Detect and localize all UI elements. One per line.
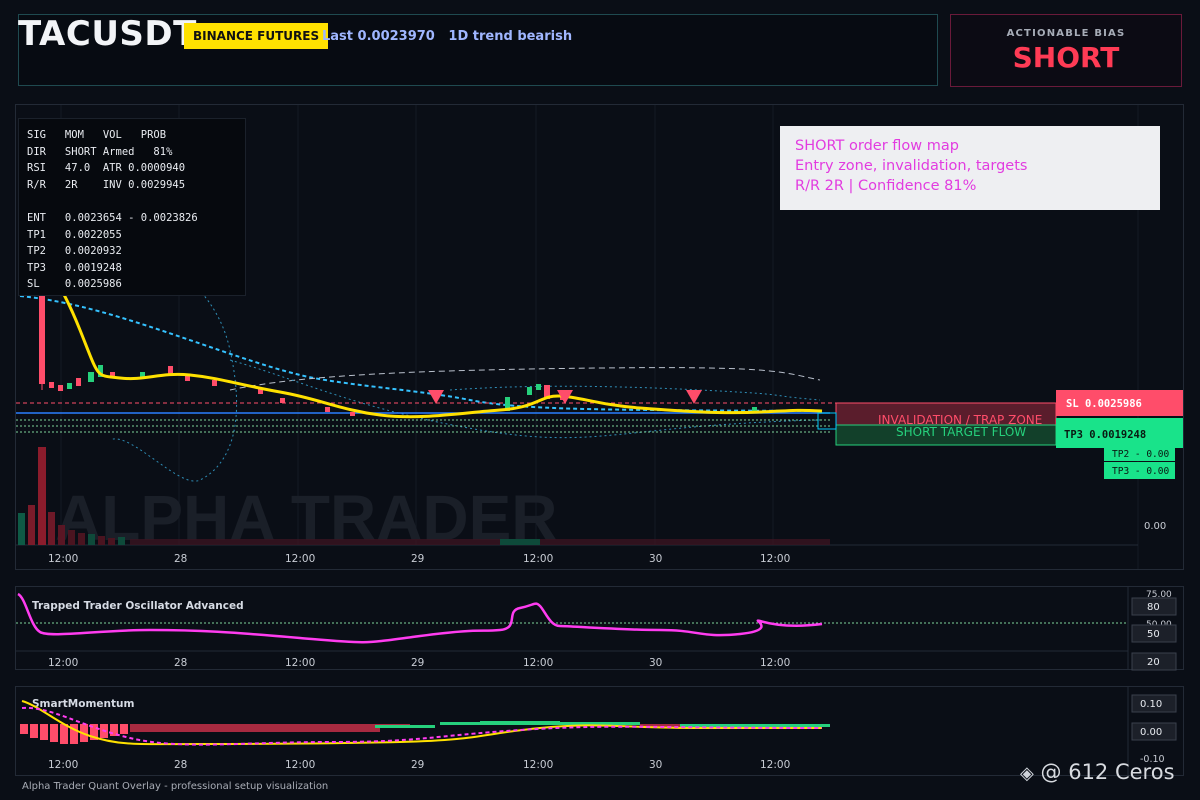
mom-x-axis: 12:00 28 12:00 29 12:00 30 12:00 bbox=[48, 759, 790, 771]
x-tick: 29 bbox=[411, 759, 424, 771]
info-line: SHORT order flow map bbox=[795, 138, 959, 154]
x-tick: 12:00 bbox=[523, 657, 553, 669]
x-tick: 12:00 bbox=[48, 759, 78, 771]
x-tick: 12:00 bbox=[285, 657, 315, 669]
x-tick: 12:00 bbox=[523, 759, 553, 771]
sell-signal-icon bbox=[428, 390, 444, 404]
footer-caption: Alpha Trader Quant Overlay - professiona… bbox=[22, 781, 329, 792]
x-tick: 12:00 bbox=[523, 553, 553, 565]
info-line: Entry zone, invalidation, targets bbox=[795, 158, 1028, 174]
stats-line: RSI 47.0 ATR 0.0000940 bbox=[27, 162, 186, 175]
x-tick: 30 bbox=[649, 553, 662, 565]
x-tick: 12:00 bbox=[48, 657, 78, 669]
x-tick: 28 bbox=[174, 553, 187, 565]
x-tick: 29 bbox=[411, 553, 424, 565]
stats-line: ENT 0.0023654 - 0.0023826 bbox=[27, 211, 198, 224]
osc-y-label: 50 bbox=[1147, 629, 1160, 640]
x-tick: 12:00 bbox=[760, 759, 790, 771]
tp2-small-label: TP2 - 0.00 bbox=[1112, 449, 1169, 460]
x-tick: 12:00 bbox=[48, 553, 78, 565]
x-tick: 29 bbox=[411, 657, 424, 669]
x-tick: 12:00 bbox=[760, 657, 790, 669]
osc-y-label: 80 bbox=[1147, 602, 1160, 613]
momentum-signal-line bbox=[21, 700, 822, 746]
account-watermark-text: @ 612 Ceros bbox=[1040, 760, 1175, 784]
y-axis-zero: 0.00 bbox=[1144, 521, 1166, 532]
x-tick: 12:00 bbox=[285, 759, 315, 771]
x-tick: 12:00 bbox=[760, 553, 790, 565]
target-zone-label: SHORT TARGET FLOW bbox=[896, 425, 1026, 439]
oscillator-title: Trapped Trader Oscillator Advanced bbox=[32, 600, 244, 612]
stats-line: DIR SHORT Armed 81% bbox=[27, 145, 173, 158]
x-tick: 12:00 bbox=[285, 553, 315, 565]
tp3-small-label: TP3 - 0.00 bbox=[1112, 466, 1169, 477]
stats-panel: SIG MOM VOL PROB DIR SHORT Armed 81% RSI 4… bbox=[18, 118, 246, 296]
info-box: SHORT order flow map Entry zone, invalid… bbox=[780, 126, 1160, 210]
x-tick: 30 bbox=[649, 657, 662, 669]
sl-tag-label: SL 0.0025986 bbox=[1066, 398, 1142, 410]
tp3-tag-label: TP3 0.0019248 bbox=[1064, 429, 1146, 441]
stats-line bbox=[27, 193, 245, 210]
stats-line: SIG MOM VOL PROB bbox=[27, 129, 167, 141]
stats-line: R/R 2R INV 0.0029945 bbox=[27, 178, 186, 191]
mom-y-label: 0.00 bbox=[1140, 727, 1162, 738]
osc-y-label: 20 bbox=[1147, 657, 1160, 668]
x-tick: 28 bbox=[174, 657, 187, 669]
mom-y-label: 0.10 bbox=[1140, 699, 1162, 710]
momentum-title: SmartMomentum bbox=[32, 698, 134, 710]
diamond-logo-icon: ◈ bbox=[1020, 763, 1034, 784]
stats-line: TP2 0.0020932 bbox=[27, 245, 122, 258]
osc-x-axis: 12:00 28 12:00 29 12:00 30 12:00 bbox=[48, 657, 790, 669]
main-x-axis: 12:00 28 12:00 29 12:00 30 12:00 bbox=[48, 553, 790, 565]
stats-line: TP3 0.0019248 bbox=[27, 261, 122, 274]
account-watermark: ◈ @ 612 Ceros bbox=[1020, 760, 1175, 784]
stats-line: SL 0.0025986 bbox=[27, 278, 122, 291]
info-line: R/R 2R | Confidence 81% bbox=[795, 178, 977, 194]
x-tick: 30 bbox=[649, 759, 662, 771]
x-tick: 28 bbox=[174, 759, 187, 771]
oscillator-svg[interactable]: Trapped Trader Oscillator Advanced 75.00… bbox=[0, 586, 1200, 676]
stats-line: TP1 0.0022055 bbox=[27, 228, 122, 241]
entry-box bbox=[817, 412, 837, 430]
sell-signal-icon bbox=[686, 390, 702, 404]
